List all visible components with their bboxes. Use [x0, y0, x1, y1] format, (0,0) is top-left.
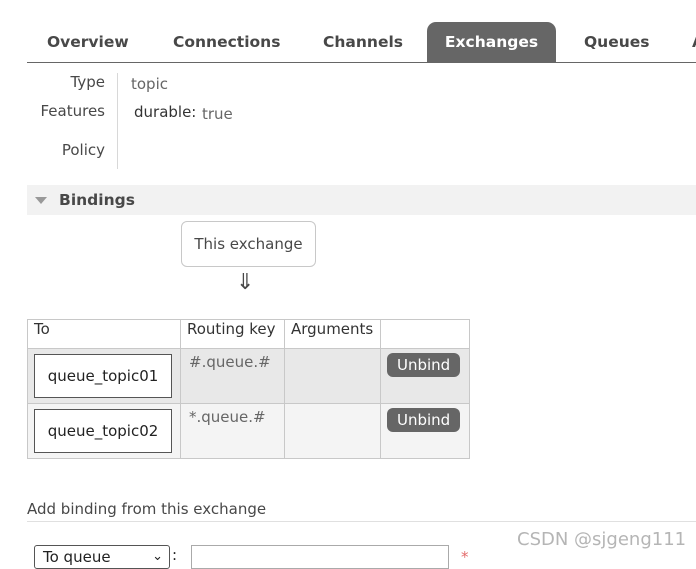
- policy-label: Policy: [61, 141, 105, 159]
- action-cell: Unbind: [380, 403, 470, 459]
- tab-exchanges[interactable]: Exchanges: [427, 22, 556, 62]
- table-row: queue_topic01 #.queue.# Unbind: [27, 348, 470, 404]
- table-header-row: To Routing key Arguments: [27, 319, 470, 349]
- routing-key-cell: *.queue.#: [180, 403, 285, 459]
- add-binding-divider: [27, 521, 696, 522]
- column-header-to: To: [27, 319, 181, 349]
- type-label: Type: [70, 73, 105, 91]
- arguments-cell: [284, 348, 381, 404]
- unbind-button[interactable]: Unbind: [387, 353, 461, 377]
- destination-input[interactable]: [191, 545, 449, 569]
- tab-connections[interactable]: Connections: [173, 22, 280, 62]
- collapse-triangle-icon[interactable]: [35, 197, 47, 204]
- queue-link[interactable]: queue_topic02: [34, 409, 172, 453]
- tab-channels[interactable]: Channels: [323, 22, 403, 62]
- destination-type-value: To queue: [43, 548, 111, 566]
- features-durable-value: true: [202, 105, 233, 123]
- add-binding-title: Add binding from this exchange: [27, 500, 267, 518]
- tab-queues[interactable]: Queues: [584, 22, 650, 62]
- arguments-cell: [284, 403, 381, 459]
- bindings-section-header[interactable]: Bindings: [27, 185, 696, 215]
- features-label: Features: [40, 102, 106, 120]
- required-marker: *: [461, 548, 469, 566]
- bindings-title: Bindings: [59, 191, 135, 209]
- tab-overview[interactable]: Overview: [47, 22, 129, 62]
- column-header-arguments: Arguments: [284, 319, 381, 349]
- this-exchange-box: This exchange: [181, 221, 316, 267]
- column-header-routing-key: Routing key: [180, 319, 285, 349]
- table-row: queue_topic02 *.queue.# Unbind: [27, 403, 470, 459]
- nav-tabs: Overview Connections Channels Exchanges …: [27, 22, 696, 63]
- tab-admin-cut[interactable]: A: [692, 22, 696, 62]
- binding-to-cell: queue_topic01: [27, 348, 181, 404]
- type-value: topic: [131, 75, 168, 93]
- chevron-down-icon: ⌄: [152, 549, 163, 564]
- action-cell: Unbind: [380, 348, 470, 404]
- double-down-arrow-icon: ⇓: [236, 270, 255, 295]
- features-durable-key: durable:: [134, 103, 197, 121]
- properties-divider: [117, 73, 118, 169]
- destination-type-select[interactable]: To queue ⌄: [34, 545, 170, 569]
- routing-key: #.queue.#: [189, 353, 271, 371]
- bindings-table: To Routing key Arguments queue_topic01 #…: [27, 319, 470, 459]
- binding-to-cell: queue_topic02: [27, 403, 181, 459]
- routing-key: *.queue.#: [189, 408, 266, 426]
- column-header-actions: [380, 319, 470, 349]
- queue-link[interactable]: queue_topic01: [34, 354, 172, 398]
- routing-key-cell: #.queue.#: [180, 348, 285, 404]
- unbind-button[interactable]: Unbind: [387, 408, 461, 432]
- destination-colon: :: [172, 546, 178, 564]
- watermark: CSDN @sjgeng111: [517, 529, 687, 550]
